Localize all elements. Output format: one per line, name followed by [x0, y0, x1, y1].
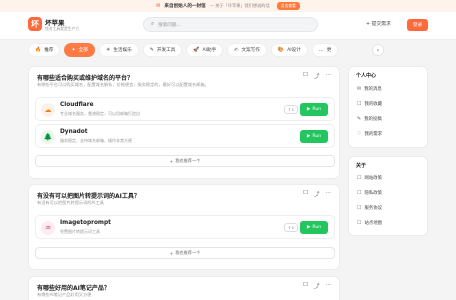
question-actions: ☐ ⤴ ⋯	[303, 282, 331, 290]
thumb-up-icon: ↑	[287, 107, 291, 112]
tool-name[interactable]: Dynadot	[60, 129, 88, 135]
tab-life[interactable]: ☀ 生活娱乐	[98, 43, 139, 57]
tool-description: 免费图片转提示词工具	[60, 229, 100, 234]
panel-title: 个人中心	[356, 73, 377, 79]
tab-copywriting[interactable]: ✍ 文案写作	[227, 43, 267, 57]
play-icon: ▶	[306, 134, 311, 139]
submit-request-link[interactable]: + 提交需求	[366, 20, 391, 27]
share-icon[interactable]: ⤴	[314, 72, 320, 80]
run-button[interactable]: ▶ Run	[300, 221, 328, 234]
bookmark-icon: ☐	[357, 101, 362, 107]
sidebar-item-favorites[interactable]: ☐ 我的收藏	[357, 101, 382, 107]
play-icon: ▶	[306, 225, 311, 230]
share-icon[interactable]: ⤴	[314, 282, 320, 290]
question-card[interactable]: 有没有可以把图片转提示词的AI工具？ 有没有可以把图片转提示词的AI工具 ☐ ⤴…	[28, 184, 340, 270]
map-icon: ☐	[357, 220, 362, 226]
tab-ai-assistant[interactable]: 🚀 AI助手	[186, 43, 224, 57]
search-placeholder: 搜索问题...	[158, 22, 181, 28]
document-icon: ☐	[357, 175, 362, 181]
tabs-next-chevron-icon[interactable]: ›	[372, 44, 384, 56]
bookmark-icon[interactable]: ☐	[303, 72, 308, 80]
search-icon: ⌕	[151, 21, 155, 27]
question-title[interactable]: 有哪些适合购买或维护域名的平台？	[37, 73, 133, 82]
announcement-button[interactable]: 点击查看	[276, 2, 300, 10]
personal-center-panel: 个人中心 ✉ 我的消息 ☐ 我的收藏 ✎ 我的投稿 ♡ 我的需求	[348, 66, 428, 148]
sidebar-item-site-policy[interactable]: ☐ 网站政策	[357, 175, 382, 181]
mail-icon: ✉	[357, 86, 362, 92]
sidebar-item-requests[interactable]: ♡ 我的需求	[357, 131, 382, 137]
question-title[interactable]: 有没有可以把图片转提示词的AI工具？	[37, 191, 140, 200]
cloud-icon: ☁	[41, 103, 55, 117]
more-dots-icon[interactable]: ⋯	[326, 282, 332, 290]
bookmark-icon[interactable]: ☐	[303, 190, 308, 198]
plus-icon: +	[366, 22, 371, 27]
question-subtitle: 有没有可以把图片转提示词的AI工具	[37, 200, 104, 205]
tool-description: 服务稳定，支持域名邮箱，操作非常方便	[60, 138, 132, 143]
panel-title: 关于	[356, 163, 367, 169]
bookmark-icon[interactable]: ☐	[303, 282, 308, 290]
tab-all[interactable]: ✦ 全部	[64, 43, 95, 57]
tool-row[interactable]: 🌲 Dynadot 服务稳定，支持域名邮箱，操作非常方便 ▶ Run	[35, 124, 335, 148]
tab-recommend[interactable]: 🔥 推荐	[28, 43, 61, 57]
upvote-count[interactable]: ↑ 1	[283, 223, 298, 232]
login-button[interactable]: 登录	[407, 19, 428, 31]
more-icon: …	[318, 47, 324, 53]
tab-dev-tools[interactable]: ✎ 开发工具	[142, 43, 183, 57]
announcement-headline[interactable]: 来自创始人的一封信	[164, 3, 205, 9]
search-input[interactable]: ⌕ 搜索问题...	[143, 17, 318, 32]
tool-row[interactable]: ☁ Cloudflare 专业域名服务，靠谱稳定，可以用邮箱打造自 ↑ 1 ▶ Ru…	[35, 97, 335, 121]
sidebar-item-messages[interactable]: ✉ 我的消息	[357, 86, 382, 92]
question-subtitle: 有哪些平台可以购买域名，配置域名解析，价格便宜，服务稳定的，最好可以配置域名邮箱…	[37, 82, 209, 87]
more-dots-icon[interactable]: ⋯	[326, 190, 332, 198]
run-button[interactable]: ▶ Run	[300, 130, 328, 143]
heart-icon: ♡	[357, 131, 362, 137]
run-button[interactable]: ▶ Run	[300, 103, 328, 116]
sidebar-item-privacy[interactable]: ☐ 隐私政策	[357, 190, 382, 196]
sidebar-item-terms[interactable]: ☐ 服务协议	[357, 205, 382, 211]
tool-name[interactable]: Imagetoprompt	[60, 220, 111, 226]
upvote-count[interactable]: ↑ 1	[283, 105, 298, 114]
palette-icon: 🎨	[277, 47, 285, 53]
question-actions: ☐ ⤴ ⋯	[303, 72, 331, 80]
file-icon: ☐	[357, 205, 362, 211]
top-header: 坏 坏苹果 找对工具就是生产力 ⌕ 搜索问题... + 提交需求 登录	[0, 12, 456, 40]
about-panel: 关于 ☐ 网站政策 ☐ 隐私政策 ☐ 服务协议 ☐ 站点地图	[348, 156, 428, 236]
recommend-button[interactable]: + 我也推荐一个	[35, 247, 335, 259]
red-envelope-icon: ✉	[156, 3, 161, 9]
wave-logo-icon: ♒	[41, 221, 55, 235]
share-icon[interactable]: ⤴	[314, 190, 320, 198]
writing-icon: ✍	[234, 47, 239, 53]
more-dots-icon[interactable]: ⋯	[326, 72, 332, 80]
brand-tagline: 找对工具就是生产力	[45, 26, 80, 31]
plus-icon: +	[169, 158, 174, 164]
fire-icon: 🔥	[35, 47, 42, 53]
tab-more[interactable]: … 更	[311, 43, 339, 57]
tree-icon: 🌲	[41, 130, 55, 144]
question-card[interactable]: 有哪些好用的AI笔记产品？ 有哪些AI笔记产品好用又方便 ☐ ⤴ ⋯	[28, 276, 340, 300]
sun-icon: ☀	[105, 47, 111, 53]
thumb-up-icon: ↑	[287, 225, 291, 230]
tool-row[interactable]: ♒ Imagetoprompt 免费图片转提示词工具 ↑ 1 ▶ Run	[35, 215, 335, 239]
announcement-bar: ✉ 来自创始人的一封信 — 关于「坏苹果」我们想说的话 点击查看	[0, 0, 456, 12]
play-icon: ▶	[306, 107, 311, 112]
question-card[interactable]: 有哪些适合购买或维护域名的平台？ 有哪些平台可以购买域名，配置域名解析，价格便宜…	[28, 66, 340, 179]
question-actions: ☐ ⤴ ⋯	[303, 190, 331, 198]
sidebar-item-submissions[interactable]: ✎ 我的投稿	[357, 116, 382, 122]
category-tabs: 🔥 推荐 ✦ 全部 ☀ 生活娱乐 ✎ 开发工具 🚀 AI助手 ✍ 文案写作 🎨 AI设计 … 更	[28, 42, 386, 58]
tab-ai-design[interactable]: 🎨 AI设计	[270, 43, 308, 57]
sidebar-item-sitemap[interactable]: ☐ 站点地图	[357, 220, 382, 226]
question-subtitle: 有哪些AI笔记产品好用又方便	[37, 292, 92, 297]
rocket-icon: 🚀	[193, 47, 200, 53]
edit-icon: ✎	[357, 116, 362, 122]
question-title[interactable]: 有哪些好用的AI笔记产品？	[37, 283, 110, 292]
tool-name[interactable]: Cloudflare	[60, 102, 94, 108]
plus-icon: +	[169, 250, 174, 256]
tool-description: 专业域名服务，靠谱稳定，可以用邮箱打造自	[60, 111, 140, 116]
announcement-text: — 关于「坏苹果」我们想说的话	[209, 3, 270, 8]
pen-icon: ✎	[149, 47, 154, 53]
shield-icon: ☐	[357, 190, 362, 196]
logo[interactable]: 坏	[28, 17, 42, 31]
recommend-button[interactable]: + 我也推荐一个	[35, 155, 335, 167]
sparkle-icon: ✦	[71, 47, 76, 53]
